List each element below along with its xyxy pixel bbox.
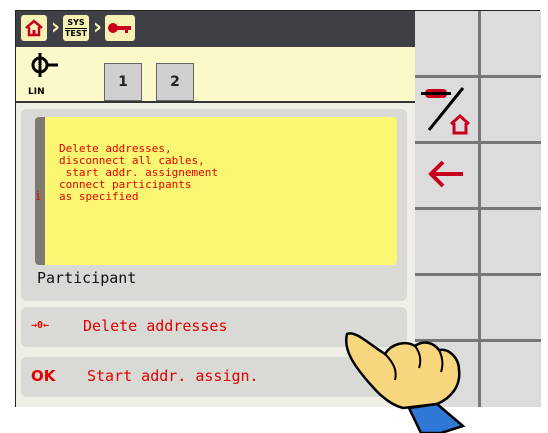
sys-test-icon[interactable]: SYS TEST	[63, 15, 89, 41]
breadcrumb-separator: ›	[51, 15, 61, 40]
participant-label: Participant	[37, 269, 137, 287]
start-addr-assign-label: Start addr. assign.	[87, 367, 259, 385]
tab-2[interactable]: 2	[156, 63, 194, 101]
delete-addresses-label: Delete addresses	[83, 317, 228, 335]
tab-bar: LIN 1 2	[16, 47, 415, 103]
info-panel: i Delete addresses, disconnect all cable…	[21, 109, 407, 301]
info-message-box: i Delete addresses, disconnect all cable…	[35, 117, 397, 265]
delete-address-icon: →0←	[31, 320, 50, 331]
softkey-divider	[415, 273, 541, 276]
pointing-hand-icon	[344, 332, 466, 433]
breadcrumb: › SYS TEST ›	[16, 11, 415, 47]
softkey-back[interactable]	[415, 144, 478, 207]
softkey-divider	[415, 207, 541, 210]
softkey-device-to-home[interactable]	[415, 78, 478, 141]
breadcrumb-separator: ›	[93, 15, 103, 40]
info-line: as specified	[59, 190, 139, 203]
info-side-bar: i	[35, 117, 45, 265]
home-icon[interactable]	[21, 15, 47, 41]
test-label: TEST	[64, 27, 88, 38]
info-icon: i	[36, 189, 41, 204]
arrow-left-icon	[428, 160, 463, 188]
lin-label: LIN	[28, 87, 45, 97]
tab-1[interactable]: 1	[104, 63, 142, 101]
sys-label: SYS	[67, 17, 85, 27]
ok-icon: OK	[31, 367, 56, 385]
key-icon[interactable]	[105, 15, 135, 41]
device-to-home-icon	[421, 87, 470, 135]
lin-bus-icon: LIN	[22, 51, 66, 99]
